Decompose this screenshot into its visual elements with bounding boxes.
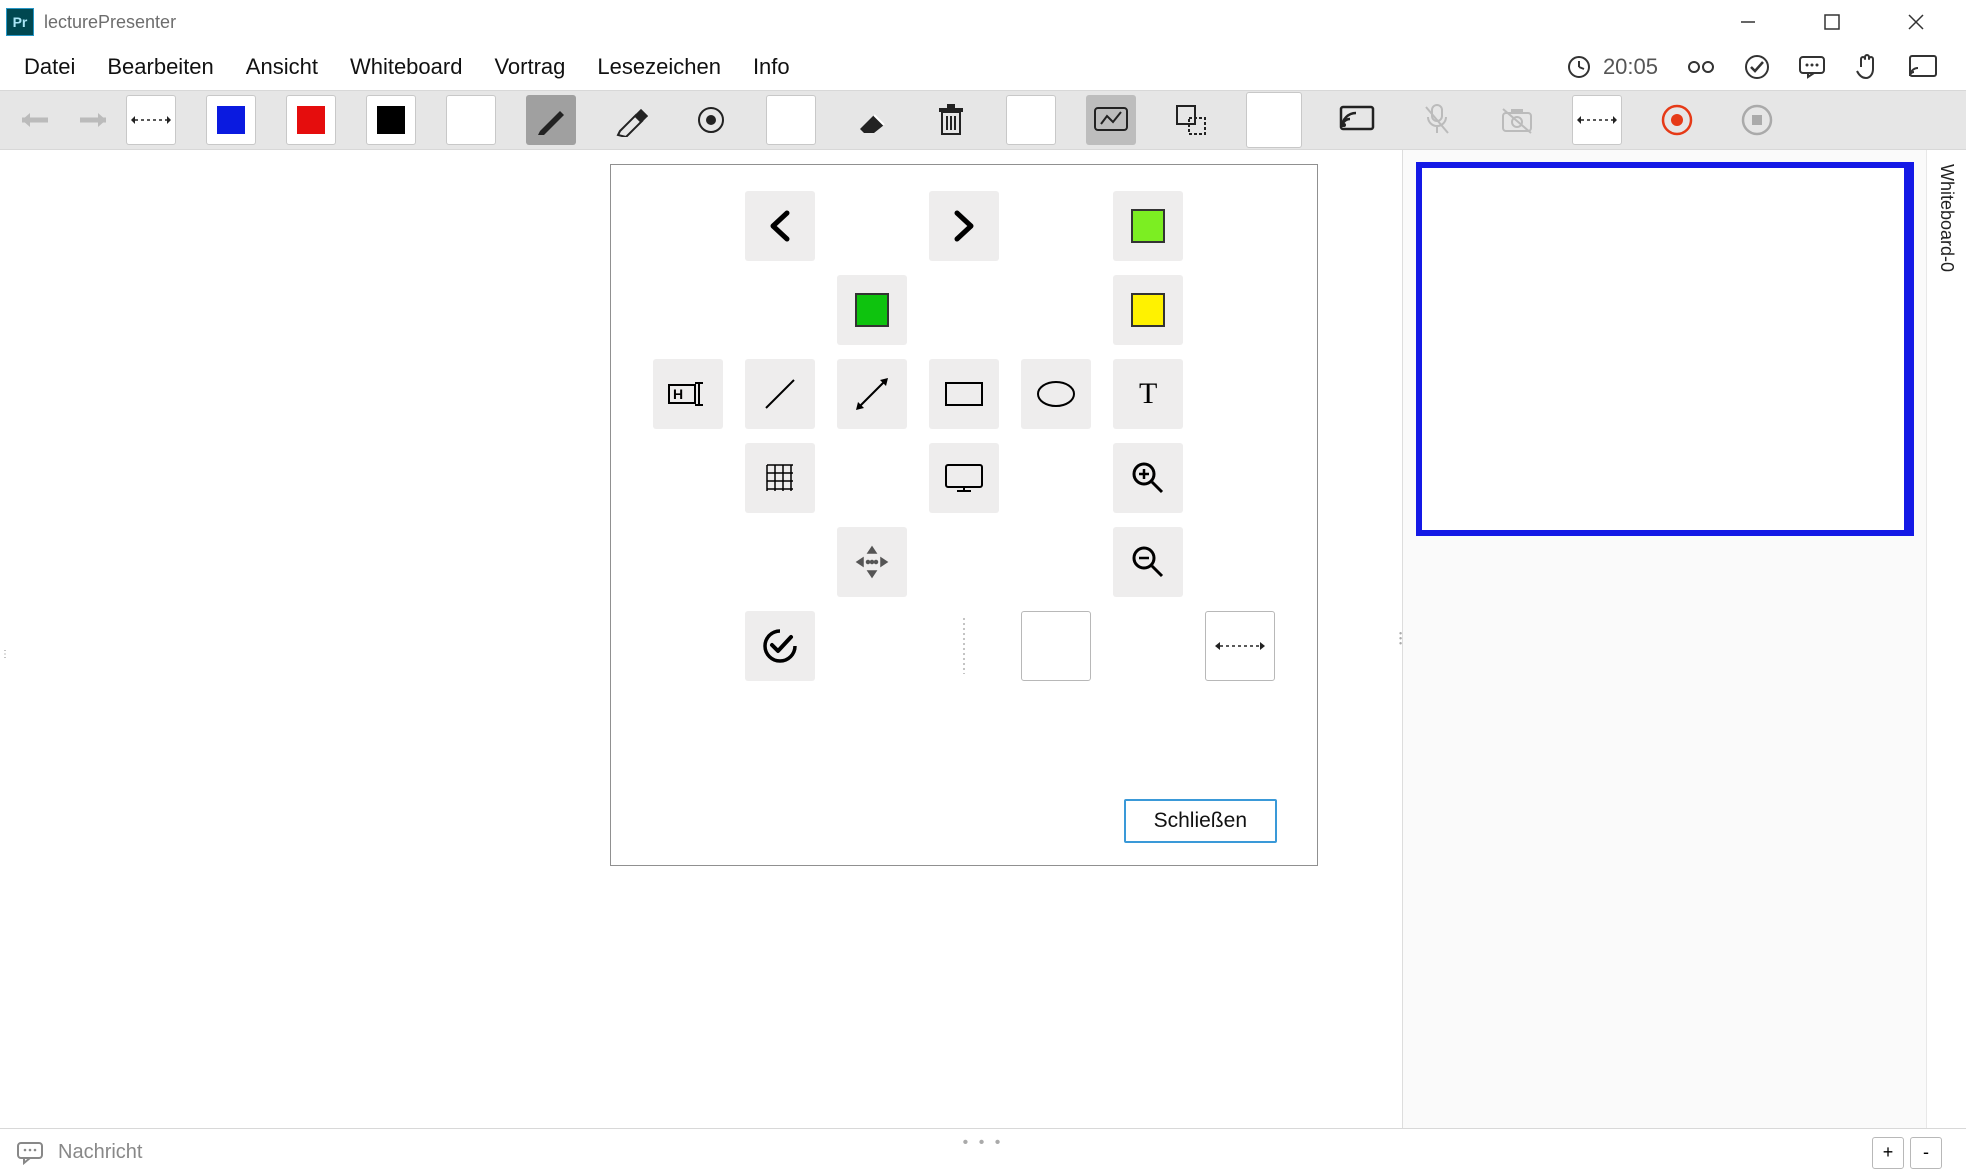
eraser-button[interactable] (846, 95, 896, 145)
whiteboard-tab[interactable]: Whiteboard-0 (1926, 150, 1966, 1128)
chat-icon[interactable] (1798, 55, 1826, 79)
message-icon[interactable] (16, 1141, 44, 1165)
color-black-button[interactable] (366, 95, 416, 145)
zoom-in-button[interactable] (1113, 443, 1183, 513)
titlebar: Pr lecturePresenter (0, 0, 1966, 44)
extend-page-button[interactable] (126, 95, 176, 145)
shape-empty2-button[interactable] (1006, 95, 1056, 145)
menu-datei[interactable]: Datei (8, 46, 91, 88)
redo-button[interactable] (68, 95, 118, 145)
menu-ansicht[interactable]: Ansicht (230, 46, 334, 88)
popup-close-button[interactable]: Schließen (1124, 799, 1277, 843)
zoom-in-bottom-button[interactable]: + (1872, 1137, 1904, 1169)
maximize-icon[interactable] (1812, 6, 1852, 38)
line-button[interactable] (745, 359, 815, 429)
red-swatch (297, 106, 325, 134)
drag-handle-left-icon[interactable]: ⋮ (0, 639, 10, 669)
ellipse-button[interactable] (1021, 359, 1091, 429)
pen-button[interactable] (526, 95, 576, 145)
width-arrows-button[interactable] (1572, 95, 1622, 145)
svg-text:T: T (1139, 377, 1157, 410)
stop-button[interactable] (1732, 95, 1782, 145)
close-icon[interactable] (1896, 6, 1936, 38)
clock-icon (1567, 55, 1591, 79)
clock: 20:05 (1567, 54, 1658, 80)
drag-handle-bottom-icon[interactable]: • • • (963, 1134, 1004, 1152)
menu-lesezeichen[interactable]: Lesezeichen (581, 46, 737, 88)
zoom-out-button[interactable] (1113, 527, 1183, 597)
menu-right: 20:05 (1567, 53, 1956, 81)
app-title: lecturePresenter (44, 12, 176, 33)
big-empty-button[interactable] (1246, 92, 1302, 148)
clock-time: 20:05 (1603, 54, 1658, 80)
grid-button[interactable] (745, 443, 815, 513)
color-custom-button[interactable] (446, 95, 496, 145)
whiteboard-tab-label: Whiteboard-0 (1936, 164, 1957, 272)
menubar: Datei Bearbeiten Ansicht Whiteboard Vort… (0, 44, 1966, 90)
blue-swatch (217, 106, 245, 134)
record-button[interactable] (1652, 95, 1702, 145)
undo-button[interactable] (10, 95, 60, 145)
window-controls (1728, 6, 1960, 38)
empty-box-button[interactable] (1021, 611, 1091, 681)
tool-palette-popup: H T (610, 164, 1318, 866)
toolbar (0, 90, 1966, 150)
green-swatch (855, 293, 889, 327)
message-label[interactable]: Nachricht (58, 1141, 142, 1164)
highlighter-button[interactable] (606, 95, 656, 145)
yellow-swatch (1131, 293, 1165, 327)
canvas-area[interactable]: ⋮ H (0, 150, 1402, 1128)
color-blue-button[interactable] (206, 95, 256, 145)
text-button[interactable]: T (1113, 359, 1183, 429)
content: ⋮ H (0, 150, 1966, 1128)
zoom-controls: + - (1872, 1137, 1950, 1169)
thumbnail-column (1403, 150, 1926, 1128)
screen-share-button[interactable] (1332, 95, 1382, 145)
arrow-line-button[interactable] (837, 359, 907, 429)
menu-bearbeiten[interactable]: Bearbeiten (91, 46, 229, 88)
zoom-out-bottom-button[interactable]: - (1910, 1137, 1942, 1169)
prev-button[interactable] (745, 191, 815, 261)
color-lime-button[interactable] (1113, 191, 1183, 261)
next-button[interactable] (929, 191, 999, 261)
check-icon[interactable] (1744, 54, 1770, 80)
monitor-button[interactable] (929, 443, 999, 513)
app-icon: Pr (6, 8, 34, 36)
confirm-button[interactable] (745, 611, 815, 681)
rectangle-button[interactable] (929, 359, 999, 429)
hand-icon[interactable] (1854, 53, 1880, 81)
viewport-button[interactable] (1086, 95, 1136, 145)
cast-icon[interactable] (1908, 54, 1938, 80)
color-yellow-button[interactable] (1113, 275, 1183, 345)
extend-arrows-button[interactable] (1205, 611, 1275, 681)
minimize-icon[interactable] (1728, 6, 1768, 38)
svg-text:H: H (673, 386, 683, 402)
menu-info[interactable]: Info (737, 46, 806, 88)
shape-empty1-button[interactable] (766, 95, 816, 145)
trash-button[interactable] (926, 95, 976, 145)
app-icon-label: Pr (13, 14, 28, 30)
camera-off-button[interactable] (1492, 95, 1542, 145)
slide-thumbnail[interactable] (1416, 162, 1914, 536)
audience-icon[interactable] (1686, 57, 1716, 77)
color-green-button[interactable] (837, 275, 907, 345)
menu-whiteboard[interactable]: Whiteboard (334, 46, 479, 88)
black-swatch (377, 106, 405, 134)
lime-swatch (1131, 209, 1165, 243)
text-highlight-button[interactable]: H (653, 359, 723, 429)
mic-off-button[interactable] (1412, 95, 1462, 145)
thin-dotted-divider (929, 611, 999, 681)
sidebar-right: ••• Whiteboard-0 (1402, 150, 1966, 1128)
menu-vortrag[interactable]: Vortrag (478, 46, 581, 88)
pan-button[interactable] (837, 527, 907, 597)
drag-handle-right-icon[interactable]: ••• (1399, 632, 1402, 647)
color-red-button[interactable] (286, 95, 336, 145)
select-area-button[interactable] (1166, 95, 1216, 145)
laser-button[interactable] (686, 95, 736, 145)
